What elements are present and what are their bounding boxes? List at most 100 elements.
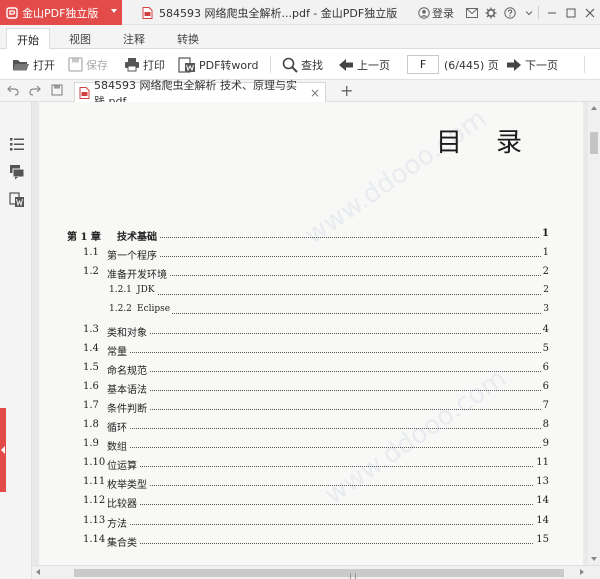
toc-page-number: 1 bbox=[540, 228, 549, 239]
toc-page-number: 5 bbox=[540, 342, 549, 354]
toc-row: 1.10 位运算 11 bbox=[39, 457, 583, 473]
toc-entry-title: 常量 bbox=[107, 342, 129, 358]
toc-leader-dots bbox=[107, 370, 547, 372]
toc-page-number: 1 bbox=[540, 247, 549, 259]
tab-convert[interactable]: 转换 bbox=[166, 28, 210, 49]
toc-row: 1.7 条件判断 7 bbox=[39, 399, 583, 415]
toc-leader-dots bbox=[107, 428, 547, 429]
new-tab-button[interactable]: + bbox=[340, 81, 353, 100]
toc-number: 1.14 bbox=[83, 533, 106, 545]
close-tab-icon[interactable]: × bbox=[310, 86, 320, 100]
dropdown-icon[interactable] bbox=[519, 0, 538, 25]
toc-page-number: 11 bbox=[534, 457, 549, 469]
toc-page-number: 8 bbox=[540, 419, 549, 430]
title-divider bbox=[538, 6, 539, 19]
toc-page-number: 15 bbox=[534, 533, 549, 545]
document-viewer: www.ddooo.com www.ddooo.com 目录 第 1 章技术基础… bbox=[32, 102, 588, 565]
outline-icon[interactable] bbox=[9, 136, 25, 152]
toc-page-number: 9 bbox=[540, 438, 549, 450]
toc-entry-title: 位运算 bbox=[107, 457, 139, 473]
help-icon[interactable] bbox=[500, 0, 519, 25]
window-title: 584593 网络爬虫全解析...pdf - 金山PDF独立版 bbox=[142, 0, 397, 25]
gear-icon[interactable] bbox=[481, 0, 500, 25]
toc-row: 1.2 准备开发环境 2 bbox=[39, 266, 583, 282]
mail-icon[interactable] bbox=[462, 0, 481, 25]
toc-number: 第 1 章 bbox=[67, 232, 101, 243]
toc-row: 1.5 命名规范 6 bbox=[39, 361, 583, 377]
toc-row: 1.13 方法 14 bbox=[39, 514, 583, 530]
page-number-input[interactable]: F bbox=[407, 55, 439, 74]
undo-icon[interactable] bbox=[6, 83, 20, 97]
toc-leader-dots bbox=[107, 408, 547, 410]
open-button[interactable]: 打开 bbox=[12, 49, 55, 80]
toc-page-number: 4 bbox=[540, 323, 549, 335]
toc-leader-dots bbox=[107, 523, 547, 525]
printer-icon bbox=[125, 58, 139, 72]
login-button[interactable]: 登录 bbox=[418, 0, 454, 25]
toc-entry-title: 比较器 bbox=[107, 495, 139, 511]
toc-entry-title: JDK bbox=[137, 285, 157, 296]
tab-view[interactable]: 视图 bbox=[58, 28, 102, 49]
toc-number: 1.7 bbox=[83, 399, 99, 411]
toc-number: 1.2.2 bbox=[109, 304, 132, 315]
toc-page-number: 7 bbox=[540, 399, 549, 411]
find-button[interactable]: 查找 bbox=[282, 49, 323, 80]
toc-entry-title: 命名规范 bbox=[107, 361, 149, 377]
quick-save-icon[interactable] bbox=[50, 83, 64, 97]
scroll-up-icon[interactable] bbox=[591, 106, 597, 110]
find-label: 查找 bbox=[301, 58, 323, 72]
print-button[interactable]: 打印 bbox=[124, 49, 165, 80]
toc-entry-title: 集合类 bbox=[107, 533, 139, 549]
toc-page-number: 3 bbox=[541, 304, 549, 315]
scroll-right-icon[interactable] bbox=[580, 569, 584, 575]
arrow-left-icon bbox=[339, 58, 353, 71]
horizontal-scrollbar[interactable] bbox=[32, 565, 600, 579]
toc-number: 1.13 bbox=[83, 514, 106, 526]
toc-number: 1.2.1 bbox=[109, 285, 132, 296]
scroll-left-icon[interactable] bbox=[36, 569, 40, 575]
next-page-button[interactable]: 下一页 bbox=[506, 49, 558, 80]
toc-number: 1.6 bbox=[83, 380, 99, 392]
minimize-icon[interactable] bbox=[542, 0, 561, 25]
toc-row: 1.2.2 Eclipse 3 bbox=[39, 304, 583, 318]
pdf-to-word-button[interactable]: PDF转word bbox=[178, 49, 258, 80]
close-icon[interactable] bbox=[580, 0, 599, 25]
app-brand-label: 金山PDF独立版 bbox=[22, 6, 99, 20]
toc-page-number: 2 bbox=[541, 285, 549, 296]
toc-entry-title: 准备开发环境 bbox=[107, 266, 169, 282]
toc-title: 目录 bbox=[436, 128, 557, 158]
save-button[interactable]: 保存 bbox=[68, 49, 108, 80]
save-icon bbox=[68, 57, 83, 72]
vertical-scrollbar[interactable] bbox=[588, 102, 600, 565]
redo-icon[interactable] bbox=[28, 83, 42, 97]
document-tab[interactable]: 584593 网络爬虫全解析 技术、原理与实践.pdf × bbox=[74, 79, 326, 108]
toc-leader-dots bbox=[137, 313, 547, 315]
pdf-to-word-icon bbox=[178, 56, 195, 73]
toc-number: 1.3 bbox=[83, 323, 99, 335]
folder-icon bbox=[13, 59, 29, 70]
toc-entry-title: 条件判断 bbox=[107, 399, 149, 415]
prev-page-button[interactable]: 上一页 bbox=[338, 49, 390, 80]
tab-annotate[interactable]: 注释 bbox=[112, 28, 156, 49]
vertical-scroll-thumb[interactable] bbox=[590, 132, 598, 154]
toc-number: 1.8 bbox=[83, 419, 99, 430]
login-label: 登录 bbox=[432, 6, 454, 20]
toc-page-number: 6 bbox=[540, 361, 549, 373]
toc-leader-dots bbox=[117, 237, 547, 238]
app-menu-button[interactable]: 金山PDF独立版 bbox=[0, 0, 122, 25]
maximize-icon[interactable] bbox=[561, 0, 580, 25]
comments-icon[interactable] bbox=[9, 164, 25, 180]
toc-row: 1.14 集合类 15 bbox=[39, 533, 583, 549]
toc-page-number: 14 bbox=[534, 514, 549, 526]
menu-bar: 开始 视图 注释 转换 bbox=[0, 25, 600, 50]
toc-entry-title: Eclipse bbox=[137, 304, 173, 315]
scroll-down-icon[interactable] bbox=[591, 557, 597, 561]
sidebar-toggle-handle[interactable] bbox=[0, 408, 6, 492]
toc-entry-title: 数组 bbox=[107, 438, 129, 454]
prev-page-label: 上一页 bbox=[357, 58, 390, 72]
thumbnails-icon[interactable] bbox=[9, 192, 25, 208]
toc-leader-dots bbox=[107, 447, 547, 449]
tab-start[interactable]: 开始 bbox=[6, 28, 50, 50]
document-tab-bar: 584593 网络爬虫全解析 技术、原理与实践.pdf × + bbox=[0, 79, 600, 108]
horizontal-scroll-thumb[interactable] bbox=[74, 569, 564, 579]
